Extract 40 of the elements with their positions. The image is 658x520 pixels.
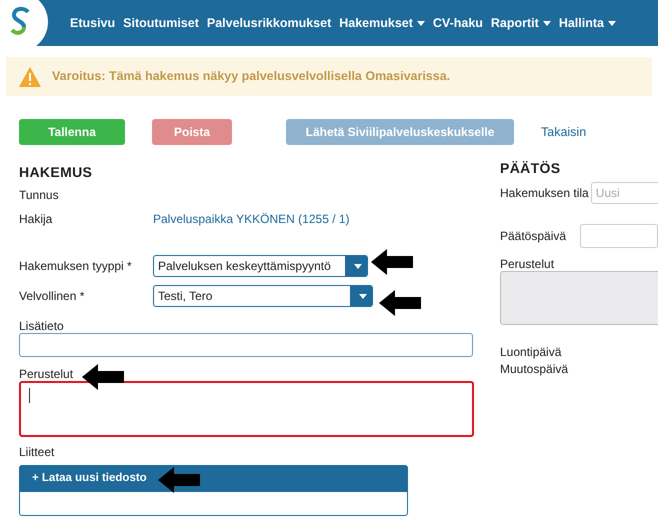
field-label: Luontipäivä [500, 344, 562, 360]
info-input[interactable] [19, 333, 473, 357]
date-field[interactable] [580, 224, 658, 248]
field-label: Lisätieto [19, 318, 65, 333]
section-title: PÄÄTÖS [500, 159, 562, 178]
caret-icon [608, 20, 616, 26]
nav-link[interactable]: Raportit [490, 14, 551, 32]
field-label: Hakemuksen tila [500, 185, 589, 202]
nav-link[interactable]: Hakemukset [339, 14, 425, 32]
arrow-icon [371, 249, 413, 275]
field-label: Muutospäivä [500, 361, 570, 377]
nav-link[interactable]: Hallinta [558, 14, 616, 32]
upload-button[interactable]: + Lataa uusi tiedosto [20, 466, 407, 492]
field-label: Perustelut [19, 366, 74, 381]
field-label: Hakemuksen tyyppi * [19, 258, 133, 275]
warning-icon [18, 66, 42, 88]
nav-link[interactable]: Palvelusrikkomukset [206, 14, 332, 32]
field-label: Hakija [19, 211, 54, 228]
arrow-icon [158, 467, 200, 493]
reason-textarea[interactable] [19, 381, 474, 437]
nav-link[interactable]: Sitoutumiset [123, 14, 199, 32]
nav-link[interactable]: Etusivu [70, 14, 116, 32]
section-title: HAKEMUS [19, 163, 94, 182]
back-link[interactable]: Takaisin [541, 122, 586, 142]
field-label: Päätöspäivä [500, 228, 568, 245]
caret-icon [416, 20, 425, 26]
arrow-icon [379, 290, 421, 316]
applicant-link[interactable]: Palveluspaikka YKKÖNEN (1255 / 1) [153, 210, 350, 228]
caret-icon [359, 294, 367, 298]
nav-link[interactable]: CV-haku [432, 14, 483, 32]
caret-icon [542, 20, 551, 26]
field-label: Liitteet [19, 444, 56, 461]
warning-text: Varoitus: Tämä hakemus näkyy palvelusvelvollisella Omasivarissa. [52, 68, 450, 86]
arrow-icon [82, 364, 124, 390]
field-label: Velvollinen * [19, 288, 86, 305]
caret-icon [354, 264, 362, 268]
field-label: Perustelut [500, 256, 556, 271]
field-label: Tunnus [19, 187, 60, 204]
type-select[interactable]: Palveluksen keskeyttämispyyntö [153, 255, 368, 277]
person-select[interactable]: Testi, Tero [153, 285, 373, 307]
